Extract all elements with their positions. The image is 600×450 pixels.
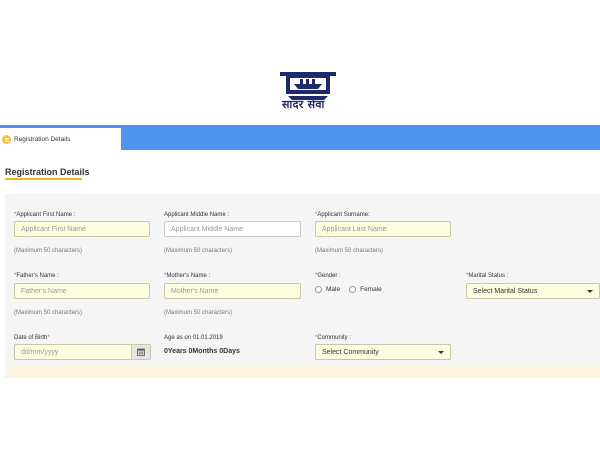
community-select[interactable]: Select Community (315, 344, 451, 360)
chevron-down-icon (587, 289, 593, 293)
father-name-input[interactable]: Father's Name (14, 283, 150, 299)
surname-label: *Applicant Surname: (315, 212, 370, 218)
ship-emblem-icon (278, 70, 338, 120)
tab-label: Registration Details (14, 136, 71, 143)
first-name-label: *Applicant First Name : (14, 212, 76, 218)
gender-female-radio[interactable] (349, 286, 357, 293)
section-title: Registration Details (5, 167, 90, 177)
middle-name-input[interactable]: Applicant Middle Name (164, 221, 301, 237)
gender-label: *Gender : (315, 273, 341, 279)
surname-hint: (Maximum 50 characters) (315, 248, 384, 254)
dob-label: Date of Birth* (14, 335, 50, 341)
surname-input[interactable]: Applicant Last Name (315, 221, 451, 237)
middle-name-label: Applicant Middle Name : (164, 212, 230, 218)
middle-name-hint: (Maximum 50 characters) (164, 248, 233, 254)
community-label: *Community : (315, 335, 352, 341)
gender-male-label: Male (326, 286, 341, 293)
logo-text: सादर सेवा (282, 98, 325, 111)
age-label: Age as on 01.01.2019 (164, 335, 223, 341)
chevron-down-icon (438, 350, 444, 354)
father-name-label: *Father's Name : (14, 273, 59, 279)
father-name-hint: (Maximum 50 characters) (14, 310, 83, 316)
form-panel-footer (5, 366, 600, 378)
mother-name-input[interactable]: Mother's Name (164, 283, 301, 299)
registration-icon (2, 135, 11, 144)
dob-input[interactable]: dd/mm/yyyy (14, 344, 132, 360)
gender-male-radio[interactable] (315, 286, 322, 293)
mother-name-label: *Mother's Name : (164, 273, 211, 279)
mother-name-hint: (Maximum 50 characters) (164, 310, 233, 316)
first-name-input[interactable]: Applicant First Name (14, 221, 150, 237)
calendar-button[interactable] (132, 344, 151, 360)
calendar-icon (137, 348, 145, 356)
age-value: 0Years 0Months 0Days (164, 348, 240, 355)
marital-status-select[interactable]: Select Marital Status (466, 283, 600, 299)
marital-status-label: *Marital Status : (466, 273, 509, 279)
tab-registration-details[interactable]: Registration Details (0, 128, 121, 151)
page: सादर सेवा Registration Details Registrat… (0, 0, 600, 450)
gender-female-label: Female (360, 286, 382, 293)
gender-radio-group: Male Female (315, 286, 391, 293)
section-underline (5, 178, 82, 180)
first-name-hint: (Maximum 50 characters) (14, 248, 83, 254)
